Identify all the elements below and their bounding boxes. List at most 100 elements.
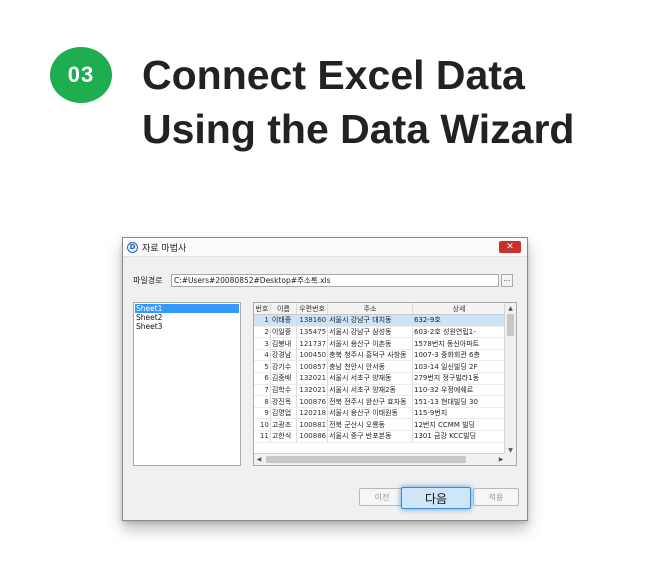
table-row[interactable]: 8 강진목 100876 전북 전주시 완산구 효자동 151-13 현대빌딩 30 (254, 395, 506, 408)
table-cell: 서울시 서초구 양재동 (327, 372, 413, 385)
table-cell: 100857 (296, 360, 329, 374)
column-header[interactable]: 이름 (270, 303, 298, 316)
data-table: 번호 이름 우편번호 주소 상세 1 이태종 138160 서울시 강남구 대치동 632-9호… (254, 303, 506, 443)
horizontal-scrollbar[interactable]: ◀ ▶ (254, 453, 506, 465)
table-cell: 9 (254, 407, 271, 420)
table-cell: 전북 전주시 완산구 효자동 (327, 395, 413, 408)
table-cell: 100886 (296, 430, 329, 443)
column-header[interactable]: 상세 (412, 303, 506, 316)
table-cell: 김봉내 (270, 337, 298, 350)
next-button[interactable]: 다음 (401, 487, 471, 509)
scroll-up-icon[interactable]: ▲ (505, 303, 516, 313)
table-cell: 서울시 용산구 이촌동 (327, 337, 413, 350)
table-cell: 충북 청주시 흥덕구 사창동 (327, 349, 413, 362)
close-icon: ✕ (506, 242, 514, 252)
dialog-title: 자료 마법사 (142, 243, 187, 254)
table-cell: 5 (254, 360, 271, 374)
table-cell: 1578번지 동신아파트 (412, 337, 506, 350)
table-row[interactable]: 10 고광조 100881 전북 군산시 오룡동 12번지 CCMM 빌딩 (254, 418, 506, 432)
vertical-scrollbar[interactable]: ▲ ▼ (504, 303, 516, 455)
table-row[interactable]: 2 이일중 135475 서울시 강남구 삼성동 603-2호 성원연립1- (254, 326, 506, 339)
table-cell: 151-13 현대빌딩 30 (412, 395, 506, 408)
sheet-list[interactable]: Sheet1 Sheet2 Sheet3 (133, 302, 241, 466)
table-row[interactable]: 1 이태종 138160 서울시 강남구 대치동 632-9호 (254, 314, 506, 327)
table-cell: 강진목 (270, 395, 298, 408)
table-cell: 603-2호 성원연립1- (412, 326, 506, 339)
file-path-label: 파일경로 (133, 276, 163, 285)
headline-line-1: Connect Excel Data (142, 52, 525, 98)
browse-button[interactable]: ··· (501, 274, 513, 287)
table-cell: 고광조 (270, 418, 298, 432)
scroll-left-icon[interactable]: ◀ (254, 454, 264, 465)
table-cell: 138160 (296, 314, 329, 327)
table-cell: 8 (254, 395, 271, 408)
table-cell: 서울시 강남구 대치동 (327, 314, 413, 327)
table-cell: 100881 (296, 418, 329, 432)
app-icon: D (127, 241, 138, 253)
table-cell: 고한식 (270, 430, 298, 443)
column-header[interactable]: 주소 (327, 303, 413, 316)
table-cell: 서울시 중구 반포본동 (327, 430, 413, 443)
sheet-list-item[interactable]: Sheet3 (135, 322, 239, 331)
table-cell: 10 (254, 418, 271, 432)
table-cell: 120218 (296, 407, 329, 420)
table-cell: 132021 (296, 372, 329, 385)
data-table-viewport: 번호 이름 우편번호 주소 상세 1 이태종 138160 서울시 강남구 대치동 632-9호… (254, 303, 506, 455)
table-cell: 1301 금강 KCC빌딩 (412, 430, 506, 443)
table-cell: 100876 (296, 395, 329, 408)
table-cell: 김학수 (270, 384, 298, 397)
table-cell: 강기수 (270, 360, 298, 374)
table-header-row: 번호 이름 우편번호 주소 상세 (254, 303, 506, 316)
table-cell: 632-9호 (412, 314, 506, 327)
table-cell: 서울시 서초구 양재2동 (327, 384, 413, 397)
table-cell: 1007-3 중화회관 6층 (412, 349, 506, 362)
horizontal-scroll-thumb[interactable] (266, 456, 466, 463)
table-cell: 김중배 (270, 372, 298, 385)
table-cell: 6 (254, 372, 271, 385)
column-header[interactable]: 번호 (254, 303, 271, 316)
column-header[interactable]: 우편번호 (296, 303, 329, 316)
table-cell: 4 (254, 349, 271, 362)
vertical-scroll-thumb[interactable] (507, 314, 514, 336)
table-cell: 강경남 (270, 349, 298, 362)
table-cell: 서울시 강남구 삼성동 (327, 326, 413, 339)
table-cell: 3 (254, 337, 271, 350)
table-cell: 12번지 CCMM 빌딩 (412, 418, 506, 432)
table-cell: 103-14 일신빌딩 2F (412, 360, 506, 374)
table-row[interactable]: 4 강경남 100450 충북 청주시 흥덕구 사창동 1007-3 중화회관 6층 (254, 349, 506, 362)
page-headline: Connect Excel Data Using the Data Wizard (142, 48, 642, 156)
table-row[interactable]: 5 강기수 100857 충남 천안시 안서동 103-14 일신빌딩 2F (254, 360, 506, 374)
table-row[interactable]: 7 김학수 132021 서울시 서초구 양재2동 110-32 우정에쉐르 (254, 384, 506, 397)
table-cell: 7 (254, 384, 271, 397)
dialog-titlebar[interactable]: D 자료 마법사 ✕ (123, 238, 527, 257)
file-path-row: 파일경로 C:#Users#20080852#Desktop#주소록.xls ·… (133, 274, 513, 287)
step-number-badge: 03 (50, 47, 112, 103)
table-cell: 110-32 우정에쉐르 (412, 384, 506, 397)
file-path-input[interactable]: C:#Users#20080852#Desktop#주소록.xls (171, 274, 499, 287)
table-cell: 김명업 (270, 407, 298, 420)
table-row[interactable]: 3 김봉내 121737 서울시 용산구 이촌동 1578번지 동신아파트 (254, 337, 506, 350)
table-cell: 100450 (296, 349, 329, 362)
data-preview-grid[interactable]: 번호 이름 우편번호 주소 상세 1 이태종 138160 서울시 강남구 대치동 632-9호… (253, 302, 517, 466)
table-cell: 11 (254, 430, 271, 443)
data-wizard-dialog: D 자료 마법사 ✕ 파일경로 C:#Users#20080852#Deskto… (122, 237, 528, 521)
table-row[interactable]: 11 고한식 100886 서울시 중구 반포본동 1301 금강 KCC빌딩 (254, 430, 506, 443)
sheet-list-item[interactable]: Sheet2 (135, 313, 239, 322)
table-cell: 전북 군산시 오룡동 (327, 418, 413, 432)
table-cell: 132021 (296, 384, 329, 397)
table-cell: 이태종 (270, 314, 298, 327)
table-cell: 135475 (296, 326, 329, 339)
table-cell: 115-9번지 (412, 407, 506, 420)
close-button[interactable]: ✕ (499, 241, 521, 253)
table-cell: 2 (254, 326, 271, 339)
sheet-list-item[interactable]: Sheet1 (135, 304, 239, 313)
table-cell: 충남 천안시 안서동 (327, 360, 413, 374)
headline-line-2: Using the Data Wizard (142, 106, 575, 152)
table-row[interactable]: 6 김중배 132021 서울시 서초구 양재동 279번지 정구빌라1동 (254, 372, 506, 385)
apply-button[interactable]: 적용 (473, 488, 519, 506)
prev-button[interactable]: 이전 (359, 488, 405, 506)
table-cell: 이일중 (270, 326, 298, 339)
table-row[interactable]: 9 김명업 120218 서울시 용산구 이태원동 115-9번지 (254, 407, 506, 420)
table-cell: 121737 (296, 337, 329, 350)
table-cell: 279번지 정구빌라1동 (412, 372, 506, 385)
